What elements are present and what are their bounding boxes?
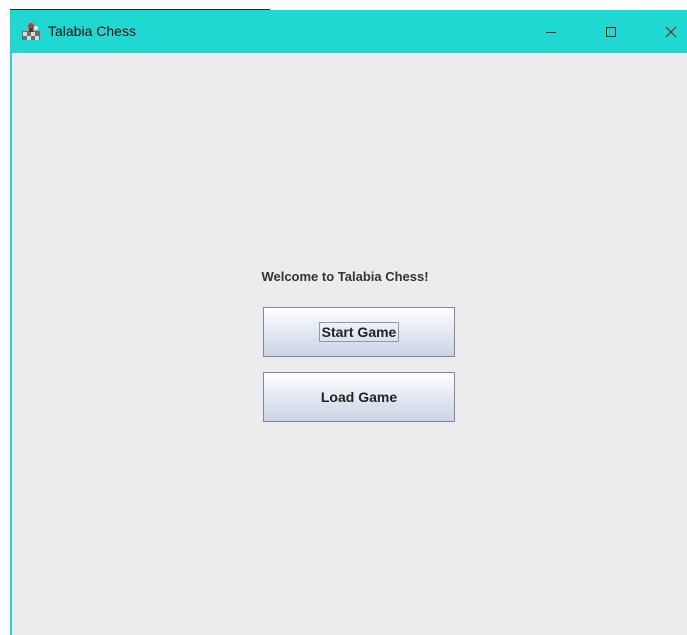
- load-game-button[interactable]: Load Game: [263, 372, 455, 422]
- welcome-label: Welcome to Talabia Chess!: [261, 269, 429, 284]
- window-title: Talabia Chess: [48, 23, 136, 39]
- start-game-button[interactable]: Start Game: [263, 307, 455, 357]
- minimize-icon: [546, 31, 556, 33]
- load-game-label: Load Game: [320, 389, 398, 405]
- maximize-button[interactable]: [588, 10, 634, 53]
- maximize-icon: [606, 26, 616, 37]
- main-panel: Welcome to Talabia Chess! Start Game Loa…: [12, 53, 687, 635]
- close-icon: [665, 26, 677, 37]
- app-window: Talabia Chess Welcome to Talabia Chess! …: [10, 10, 687, 635]
- close-button[interactable]: [648, 10, 687, 53]
- minimize-button[interactable]: [528, 10, 574, 53]
- start-game-label: Start Game: [318, 322, 400, 342]
- title-bar[interactable]: Talabia Chess: [12, 10, 687, 53]
- chess-app-icon: [22, 23, 40, 40]
